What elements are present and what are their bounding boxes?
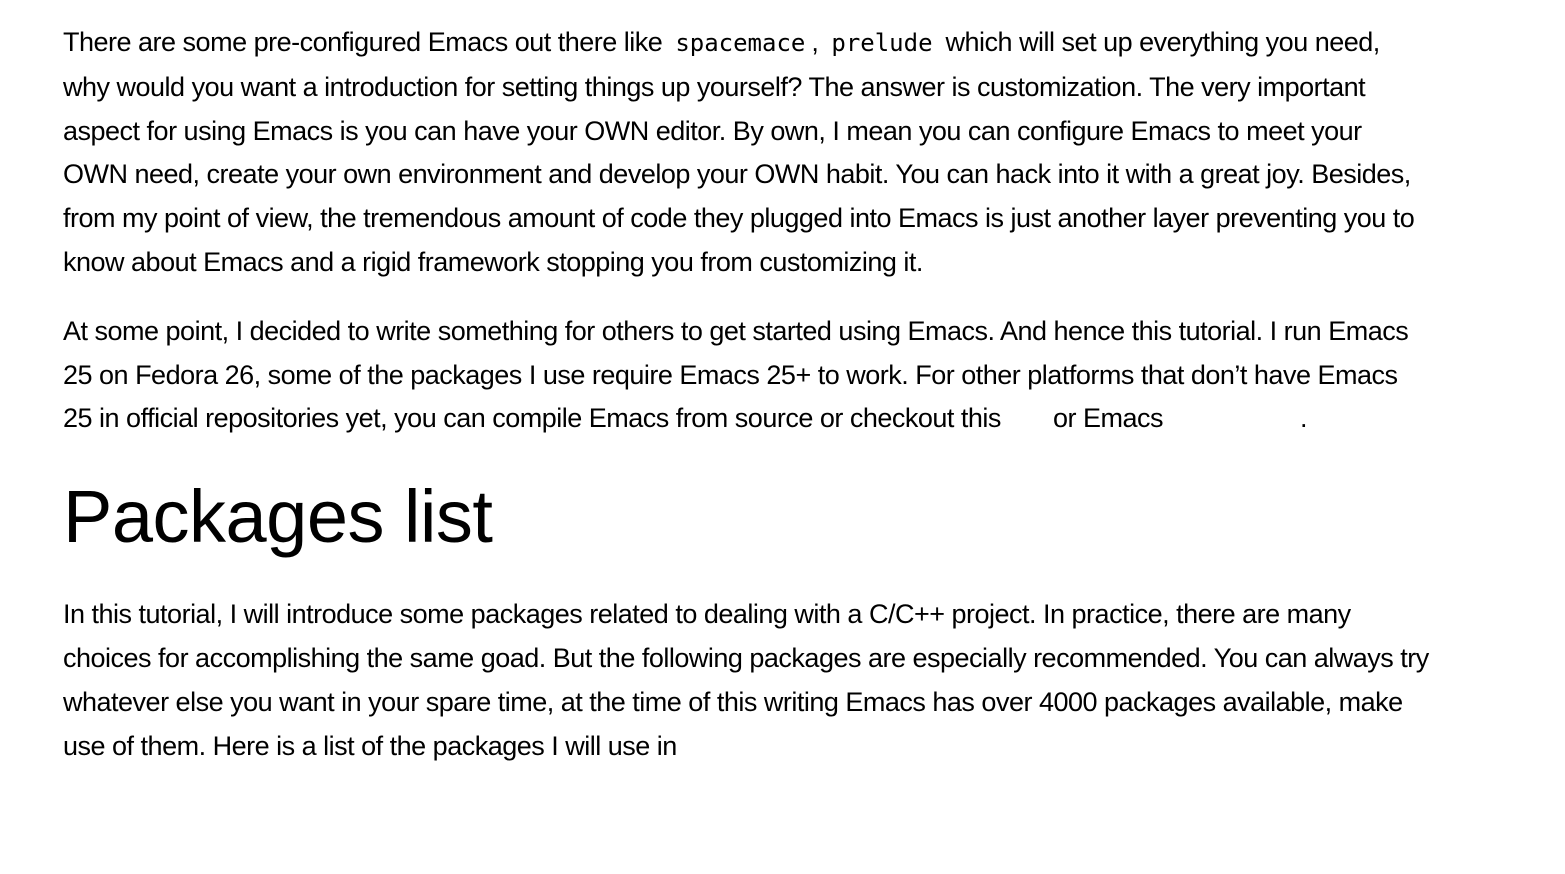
article-content: There are some pre-configured Emacs out … (63, 21, 1433, 768)
intro-text-rest: which will set up everything you need, w… (63, 27, 1415, 277)
intro-paragraph: There are some pre-configured Emacs out … (63, 21, 1433, 285)
intro-text-start: There are some pre-configured Emacs out … (63, 27, 670, 57)
spacemace-code: spacemace (675, 29, 806, 57)
prelude-code: prelude (831, 29, 933, 57)
packages-paragraph: In this tutorial, I will introduce some … (63, 599, 1429, 761)
packages-list-heading: Packages list (63, 475, 493, 559)
motivation-text: At some point, I decided to write someth… (63, 315, 1409, 434)
motivation-text-or: or Emacs (1052, 403, 1164, 434)
motivation-paragraph: At some point, I decided to write someth… (63, 310, 1433, 441)
motivation-text-end: . (1299, 403, 1308, 434)
intro-text-comma: , (811, 27, 826, 57)
